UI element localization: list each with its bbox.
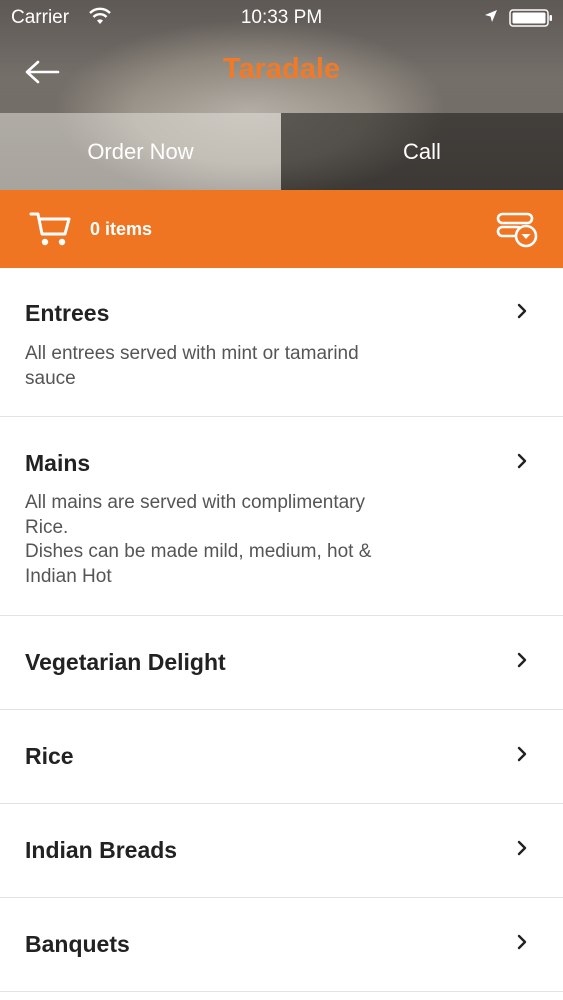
menu-item-title: Entrees [25,300,110,326]
menu-item-title: Banquets [25,931,130,957]
menu-item-title: Mains [25,450,91,476]
menu-item-rice[interactable]: Rice [0,710,563,804]
menu-item-vegetarian-delight[interactable]: Vegetarian Delight [0,616,563,710]
chevron-right-icon [517,934,527,950]
chevron-right-icon [517,746,527,762]
tab-call-label: Call [403,138,441,164]
tab-bar: Order Now Call [0,113,563,190]
status-bar: Carrier 10:33 PM [0,0,563,36]
chevron-right-icon [517,840,527,856]
menu-item-title: Indian Breads [25,837,178,863]
menu-item-title: Rice [25,743,74,769]
tab-call[interactable]: Call [281,113,563,190]
tab-order-now[interactable]: Order Now [0,113,281,190]
filter-icon[interactable] [496,210,540,248]
menu-item-title: Vegetarian Delight [25,649,226,675]
status-time: 10:33 PM [240,7,323,28]
tab-order-now-label: Order Now [87,138,194,164]
menu-item-description: All mains are served with complimentary … [25,492,372,587]
cart-icon[interactable] [29,210,73,248]
cart-bar: 0 items [0,190,563,268]
cart-count: 0 items [90,219,153,239]
menu-item-mains[interactable]: Mains All mains are served with complime… [0,417,563,616]
header: Carrier 10:33 PM Taradale Order Now Call [0,0,563,190]
chevron-right-icon [517,652,527,668]
menu-item-banquets[interactable]: Banquets [0,898,563,992]
menu-item-description: All entrees served with mint or tamarind… [25,343,359,389]
menu-list: Entrees All entrees served with mint or … [0,268,563,992]
page-title: Taradale [222,53,341,85]
chevron-right-icon [517,303,527,319]
location-arrow-icon [485,10,497,22]
menu-item-indian-breads[interactable]: Indian Breads [0,804,563,898]
chevron-right-icon [517,453,527,469]
menu-item-entrees[interactable]: Entrees All entrees served with mint or … [0,268,563,417]
battery-icon [509,9,552,27]
